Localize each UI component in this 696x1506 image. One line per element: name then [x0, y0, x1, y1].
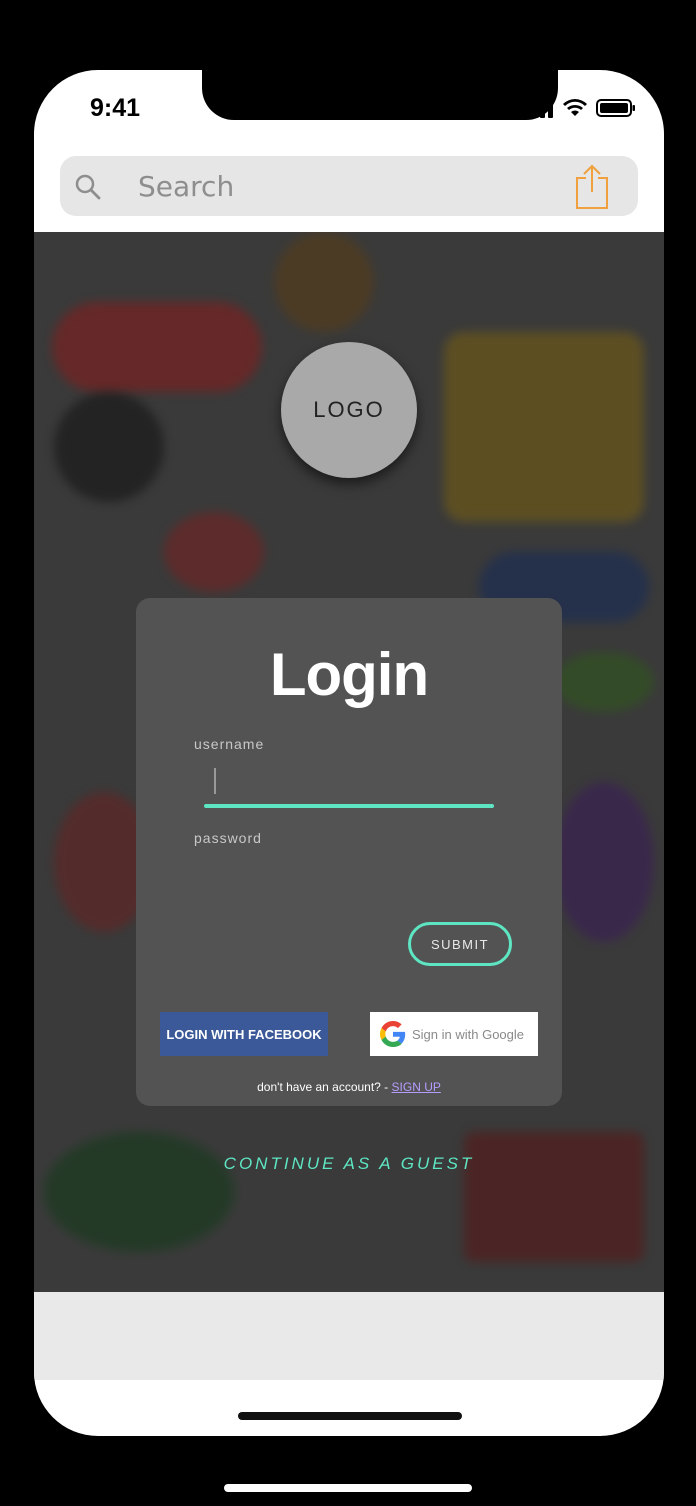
google-signin-label: Sign in with Google — [412, 1026, 525, 1042]
background-shape — [554, 652, 654, 712]
login-card: Login username password SUBMIT LOGIN WIT… — [136, 598, 562, 1106]
search-icon — [75, 174, 101, 200]
wifi-icon — [563, 99, 587, 116]
background-shape — [54, 392, 164, 502]
device-home-indicator — [224, 1484, 472, 1492]
login-title: Login — [269, 641, 429, 708]
login-screen: LOGO Login username password SUBMIT LOGI… — [34, 232, 664, 1292]
google-signin-button[interactable]: Sign in with Google — [370, 1012, 538, 1056]
background-shape — [444, 332, 644, 522]
username-input[interactable] — [204, 758, 498, 808]
background-shape — [274, 232, 374, 332]
share-icon[interactable] — [574, 164, 610, 210]
logo-placeholder: LOGO — [281, 342, 417, 478]
signup-row: don't have an account? - SIGN UP — [136, 1080, 562, 1094]
status-time: 9:41 — [90, 94, 141, 122]
no-account-text: don't have an account? - — [257, 1080, 392, 1094]
phone-frame: 9:41 Search LOGO Login username password… — [34, 70, 664, 1436]
signal-icon — [524, 98, 553, 118]
background-collage — [52, 302, 262, 392]
background-shape — [164, 512, 264, 592]
notch — [202, 70, 558, 120]
home-indicator — [238, 1412, 462, 1420]
background-shape — [464, 1132, 644, 1262]
text-caret — [214, 768, 216, 794]
battery-icon — [596, 99, 635, 117]
continue-as-guest-link[interactable]: CONTINUE AS A GUEST — [34, 1154, 664, 1174]
password-label[interactable]: password — [194, 830, 262, 846]
bottom-panel — [34, 1292, 664, 1380]
status-icons — [524, 98, 636, 118]
search-placeholder[interactable]: Search — [138, 170, 234, 203]
background-shape — [554, 782, 654, 942]
username-underline — [204, 804, 494, 808]
background-shape — [44, 1132, 234, 1252]
signup-link[interactable]: SIGN UP — [392, 1080, 441, 1094]
facebook-login-button[interactable]: LOGIN WITH FACEBOOK — [160, 1012, 328, 1056]
username-label: username — [194, 736, 265, 752]
google-g-icon — [380, 1021, 406, 1047]
search-bar[interactable]: Search — [60, 156, 638, 216]
submit-button[interactable]: SUBMIT — [408, 922, 512, 966]
